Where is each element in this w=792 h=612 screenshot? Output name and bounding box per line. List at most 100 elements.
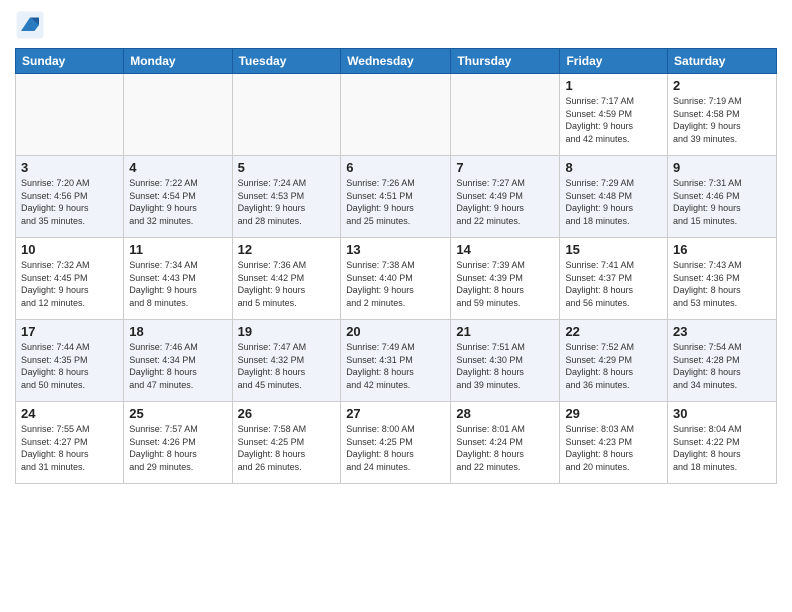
day-info: Sunrise: 7:26 AM Sunset: 4:51 PM Dayligh… <box>346 177 445 227</box>
calendar-cell: 17 Sunrise: 7:44 AM Sunset: 4:35 PM Dayli… <box>16 320 124 402</box>
calendar-cell: 18 Sunrise: 7:46 AM Sunset: 4:34 PM Dayli… <box>124 320 232 402</box>
calendar-cell: 16Sunrise: 7:43 AM Sunset: 4:36 PM Dayli… <box>668 238 777 320</box>
day-info: Sunrise: 7:47 AM Sunset: 4:32 PM Dayligh… <box>238 341 336 391</box>
day-number: 22 <box>565 324 662 339</box>
calendar-cell <box>124 74 232 156</box>
calendar-cell: 12Sunrise: 7:36 AM Sunset: 4:42 PM Dayli… <box>232 238 341 320</box>
day-number: 24 <box>21 406 118 421</box>
calendar-cell: 8Sunrise: 7:29 AM Sunset: 4:48 PM Daylig… <box>560 156 668 238</box>
calendar-week-row: 17 Sunrise: 7:44 AM Sunset: 4:35 PM Dayli… <box>16 320 777 402</box>
day-info: Sunrise: 7:27 AM Sunset: 4:49 PM Dayligh… <box>456 177 554 227</box>
calendar-cell <box>232 74 341 156</box>
calendar-cell: 4 Sunrise: 7:22 AM Sunset: 4:54 PM Daylig… <box>124 156 232 238</box>
calendar-week-row: 3 Sunrise: 7:20 AM Sunset: 4:56 PM Daylig… <box>16 156 777 238</box>
day-number: 5 <box>238 160 336 175</box>
day-info: Sunrise: 8:00 AM Sunset: 4:25 PM Dayligh… <box>346 423 445 473</box>
calendar-header-thursday: Thursday <box>451 49 560 74</box>
day-number: 19 <box>238 324 336 339</box>
calendar-cell: 15 Sunrise: 7:41 AM Sunset: 4:37 PM Dayli… <box>560 238 668 320</box>
calendar-cell: 7 Sunrise: 7:27 AM Sunset: 4:49 PM Daylig… <box>451 156 560 238</box>
calendar-header-friday: Friday <box>560 49 668 74</box>
day-number: 21 <box>456 324 554 339</box>
day-number: 14 <box>456 242 554 257</box>
day-info: Sunrise: 7:31 AM Sunset: 4:46 PM Dayligh… <box>673 177 771 227</box>
day-number: 23 <box>673 324 771 339</box>
calendar-cell: 27 Sunrise: 8:00 AM Sunset: 4:25 PM Dayli… <box>341 402 451 484</box>
calendar-cell: 3 Sunrise: 7:20 AM Sunset: 4:56 PM Daylig… <box>16 156 124 238</box>
calendar-week-row: 1 Sunrise: 7:17 AM Sunset: 4:59 PM Daylig… <box>16 74 777 156</box>
calendar-cell: 29 Sunrise: 8:03 AM Sunset: 4:23 PM Dayli… <box>560 402 668 484</box>
logo-icon <box>15 10 45 40</box>
day-number: 2 <box>673 78 771 93</box>
day-number: 3 <box>21 160 118 175</box>
day-number: 29 <box>565 406 662 421</box>
calendar-cell <box>341 74 451 156</box>
calendar-week-row: 10 Sunrise: 7:32 AM Sunset: 4:45 PM Dayli… <box>16 238 777 320</box>
day-number: 6 <box>346 160 445 175</box>
logo <box>15 10 49 40</box>
day-info: Sunrise: 7:44 AM Sunset: 4:35 PM Dayligh… <box>21 341 118 391</box>
calendar-cell: 20Sunrise: 7:49 AM Sunset: 4:31 PM Dayli… <box>341 320 451 402</box>
day-number: 28 <box>456 406 554 421</box>
calendar-cell: 1 Sunrise: 7:17 AM Sunset: 4:59 PM Daylig… <box>560 74 668 156</box>
day-number: 7 <box>456 160 554 175</box>
calendar-cell: 9 Sunrise: 7:31 AM Sunset: 4:46 PM Daylig… <box>668 156 777 238</box>
day-info: Sunrise: 7:19 AM Sunset: 4:58 PM Dayligh… <box>673 95 771 145</box>
day-info: Sunrise: 7:43 AM Sunset: 4:36 PM Dayligh… <box>673 259 771 309</box>
calendar-cell: 19 Sunrise: 7:47 AM Sunset: 4:32 PM Dayli… <box>232 320 341 402</box>
day-info: Sunrise: 7:51 AM Sunset: 4:30 PM Dayligh… <box>456 341 554 391</box>
day-info: Sunrise: 7:32 AM Sunset: 4:45 PM Dayligh… <box>21 259 118 309</box>
calendar-cell: 30 Sunrise: 8:04 AM Sunset: 4:22 PM Dayli… <box>668 402 777 484</box>
calendar-header-tuesday: Tuesday <box>232 49 341 74</box>
calendar-header-row: SundayMondayTuesdayWednesdayThursdayFrid… <box>16 49 777 74</box>
day-number: 25 <box>129 406 226 421</box>
calendar-header-saturday: Saturday <box>668 49 777 74</box>
calendar-cell: 21 Sunrise: 7:51 AM Sunset: 4:30 PM Dayli… <box>451 320 560 402</box>
day-number: 26 <box>238 406 336 421</box>
day-info: Sunrise: 7:20 AM Sunset: 4:56 PM Dayligh… <box>21 177 118 227</box>
day-info: Sunrise: 8:03 AM Sunset: 4:23 PM Dayligh… <box>565 423 662 473</box>
page-header <box>15 10 777 40</box>
day-number: 10 <box>21 242 118 257</box>
day-number: 30 <box>673 406 771 421</box>
day-number: 27 <box>346 406 445 421</box>
calendar-cell: 25 Sunrise: 7:57 AM Sunset: 4:26 PM Dayli… <box>124 402 232 484</box>
day-info: Sunrise: 8:04 AM Sunset: 4:22 PM Dayligh… <box>673 423 771 473</box>
day-info: Sunrise: 7:52 AM Sunset: 4:29 PM Dayligh… <box>565 341 662 391</box>
day-number: 13 <box>346 242 445 257</box>
day-number: 12 <box>238 242 336 257</box>
day-info: Sunrise: 7:39 AM Sunset: 4:39 PM Dayligh… <box>456 259 554 309</box>
day-info: Sunrise: 7:41 AM Sunset: 4:37 PM Dayligh… <box>565 259 662 309</box>
calendar-cell <box>451 74 560 156</box>
calendar-cell: 23 Sunrise: 7:54 AM Sunset: 4:28 PM Dayli… <box>668 320 777 402</box>
calendar-cell: 22 Sunrise: 7:52 AM Sunset: 4:29 PM Dayli… <box>560 320 668 402</box>
day-number: 17 <box>21 324 118 339</box>
day-info: Sunrise: 7:46 AM Sunset: 4:34 PM Dayligh… <box>129 341 226 391</box>
day-number: 11 <box>129 242 226 257</box>
day-number: 4 <box>129 160 226 175</box>
calendar-cell: 5 Sunrise: 7:24 AM Sunset: 4:53 PM Daylig… <box>232 156 341 238</box>
day-info: Sunrise: 7:58 AM Sunset: 4:25 PM Dayligh… <box>238 423 336 473</box>
day-number: 9 <box>673 160 771 175</box>
day-info: Sunrise: 7:22 AM Sunset: 4:54 PM Dayligh… <box>129 177 226 227</box>
calendar-header-wednesday: Wednesday <box>341 49 451 74</box>
calendar-header-sunday: Sunday <box>16 49 124 74</box>
calendar-cell: 10 Sunrise: 7:32 AM Sunset: 4:45 PM Dayli… <box>16 238 124 320</box>
calendar-cell: 24 Sunrise: 7:55 AM Sunset: 4:27 PM Dayli… <box>16 402 124 484</box>
day-info: Sunrise: 7:54 AM Sunset: 4:28 PM Dayligh… <box>673 341 771 391</box>
day-info: Sunrise: 7:34 AM Sunset: 4:43 PM Dayligh… <box>129 259 226 309</box>
day-number: 18 <box>129 324 226 339</box>
day-info: Sunrise: 7:55 AM Sunset: 4:27 PM Dayligh… <box>21 423 118 473</box>
calendar-week-row: 24 Sunrise: 7:55 AM Sunset: 4:27 PM Dayli… <box>16 402 777 484</box>
day-number: 1 <box>565 78 662 93</box>
day-number: 8 <box>565 160 662 175</box>
day-number: 20 <box>346 324 445 339</box>
day-info: Sunrise: 7:24 AM Sunset: 4:53 PM Dayligh… <box>238 177 336 227</box>
calendar-cell: 6 Sunrise: 7:26 AM Sunset: 4:51 PM Daylig… <box>341 156 451 238</box>
calendar-cell: 14 Sunrise: 7:39 AM Sunset: 4:39 PM Dayli… <box>451 238 560 320</box>
calendar-cell: 13 Sunrise: 7:38 AM Sunset: 4:40 PM Dayli… <box>341 238 451 320</box>
day-number: 15 <box>565 242 662 257</box>
day-info: Sunrise: 7:17 AM Sunset: 4:59 PM Dayligh… <box>565 95 662 145</box>
day-info: Sunrise: 7:38 AM Sunset: 4:40 PM Dayligh… <box>346 259 445 309</box>
day-info: Sunrise: 7:57 AM Sunset: 4:26 PM Dayligh… <box>129 423 226 473</box>
